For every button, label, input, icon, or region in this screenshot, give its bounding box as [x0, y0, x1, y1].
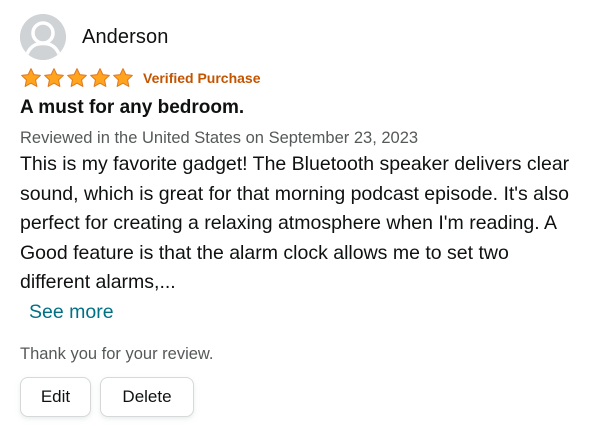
rating-row: Verified Purchase — [20, 67, 580, 89]
review-body: This is my favorite gadget! The Bluetoot… — [20, 153, 570, 293]
review-date: Reviewed in the United States on Septemb… — [20, 129, 419, 147]
delete-button[interactable]: Delete — [100, 376, 194, 417]
star-rating[interactable] — [20, 67, 135, 89]
thanks-message: Thank you for your review. — [20, 344, 214, 363]
star-icon — [113, 68, 133, 87]
reviewer-name[interactable]: Anderson — [82, 26, 168, 49]
review-card: Anderson Verified Purchase A must for an… — [20, 14, 580, 417]
reviewer-profile[interactable]: Anderson — [20, 14, 580, 60]
star-icon — [90, 68, 110, 87]
star-icon — [44, 68, 64, 87]
star-icon — [67, 68, 87, 87]
review-title: A must for any bedroom. — [20, 97, 245, 118]
review-actions: Edit Delete — [20, 376, 580, 417]
star-icon — [21, 68, 41, 87]
see-more-link[interactable]: See more — [29, 298, 114, 326]
user-avatar-icon — [20, 14, 66, 60]
edit-button[interactable]: Edit — [20, 376, 91, 417]
verified-purchase-badge: Verified Purchase — [143, 70, 261, 86]
